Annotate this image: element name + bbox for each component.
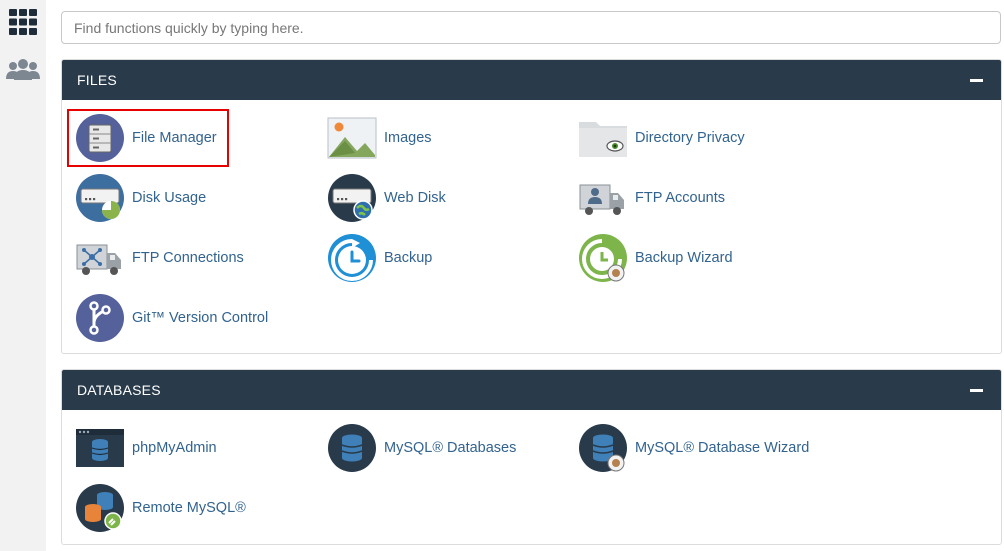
- web-disk-link[interactable]: Web Disk: [327, 172, 446, 224]
- item-label: MySQL® Database Wizard: [635, 440, 810, 456]
- item-label: MySQL® Databases: [384, 440, 517, 456]
- item-label: Disk Usage: [132, 190, 207, 206]
- item-label: Backup: [384, 250, 433, 266]
- mysql-databases-link[interactable]: MySQL® Databases: [327, 422, 516, 474]
- web-disk-icon: [328, 174, 376, 222]
- item-label: Web Disk: [384, 190, 446, 206]
- ftp-connections-icon: [76, 244, 121, 275]
- databases-panel-header[interactable]: DATABASES: [62, 370, 1001, 410]
- directory-privacy-link[interactable]: Directory Privacy: [578, 112, 745, 164]
- backup-wizard-icon: [579, 234, 627, 282]
- item-label: phpMyAdmin: [132, 440, 217, 456]
- files-panel-title: FILES: [77, 72, 117, 88]
- mysql-databases-icon: [328, 424, 376, 472]
- backup-icon: [328, 234, 376, 282]
- disk-usage-icon: [76, 174, 124, 222]
- directory-privacy-icon: [579, 122, 627, 157]
- users-icon[interactable]: [5, 58, 41, 82]
- mysql-wizard-icon: [579, 424, 627, 472]
- sidebar: [0, 0, 47, 551]
- remote-mysql-link[interactable]: Remote MySQL®: [75, 482, 246, 534]
- collapse-icon[interactable]: [970, 79, 983, 82]
- ftp-accounts-icon: [579, 184, 624, 215]
- phpmyadmin-link[interactable]: phpMyAdmin: [75, 422, 217, 474]
- backup-link[interactable]: Backup: [327, 232, 432, 284]
- grid-icon[interactable]: [9, 9, 37, 35]
- disk-usage-link[interactable]: Disk Usage: [75, 172, 206, 224]
- backup-wizard-link[interactable]: Backup Wizard: [578, 232, 733, 284]
- ftp-connections-link[interactable]: FTP Connections: [75, 232, 244, 284]
- databases-panel-title: DATABASES: [77, 382, 161, 398]
- phpmyadmin-icon: [76, 429, 124, 467]
- collapse-icon[interactable]: [970, 389, 983, 392]
- git-icon: [76, 294, 124, 342]
- item-label: Remote MySQL®: [132, 500, 246, 516]
- git-version-control-link[interactable]: Git™ Version Control: [75, 292, 268, 344]
- item-label: Backup Wizard: [635, 250, 733, 266]
- images-icon: [327, 117, 377, 159]
- item-label: FTP Connections: [132, 250, 244, 266]
- item-label: Images: [384, 130, 432, 146]
- mysql-database-wizard-link[interactable]: MySQL® Database Wizard: [578, 422, 809, 474]
- item-label: Git™ Version Control: [132, 310, 269, 326]
- file-manager-link[interactable]: File Manager: [75, 112, 217, 164]
- item-label: File Manager: [132, 130, 217, 146]
- item-label: Directory Privacy: [635, 130, 745, 146]
- remote-mysql-icon: [76, 484, 124, 532]
- item-label: FTP Accounts: [635, 190, 725, 206]
- images-link[interactable]: Images: [327, 112, 432, 164]
- files-panel-header[interactable]: FILES: [62, 60, 1001, 100]
- ftp-accounts-link[interactable]: FTP Accounts: [578, 172, 725, 224]
- search-input[interactable]: [61, 11, 1001, 44]
- main-content: FILES DATABASES File Manager Imag: [46, 0, 1004, 551]
- file-manager-icon: [76, 114, 124, 162]
